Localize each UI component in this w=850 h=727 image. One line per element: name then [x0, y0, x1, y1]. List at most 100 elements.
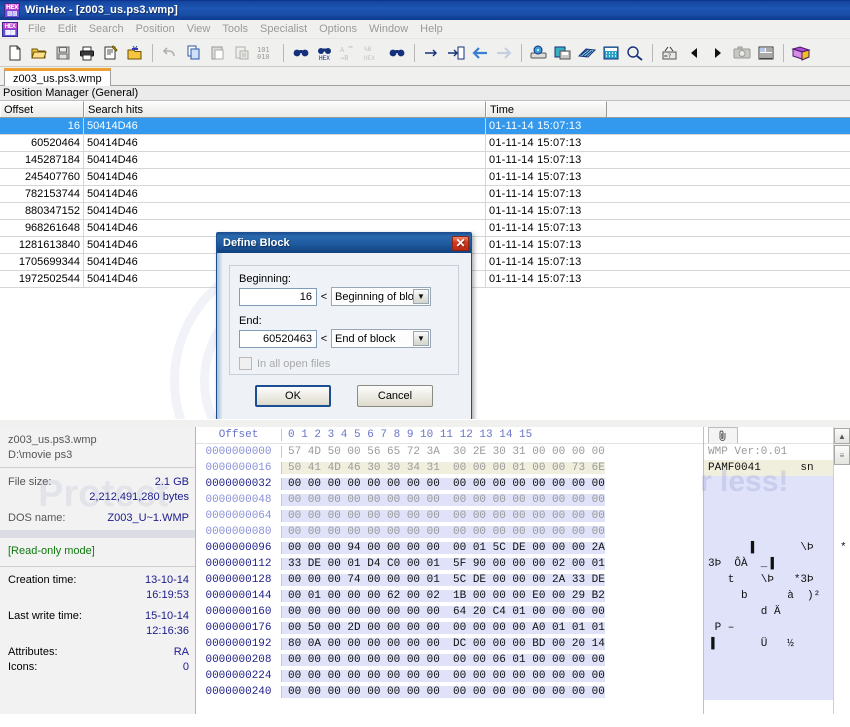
- replace-hex-icon[interactable]: %B HEX: [361, 41, 385, 65]
- table-row[interactable]: 145287184 50414D46 01-11-14 15:07:13: [0, 152, 850, 169]
- find-hex-icon[interactable]: HEX: [313, 41, 337, 65]
- menu-tools[interactable]: Tools: [216, 21, 254, 37]
- new-file-icon[interactable]: [3, 41, 27, 65]
- hex-row[interactable]: 0000000112 33 DE 00 01 D4 C0 00 01 5F 90…: [196, 556, 703, 572]
- hex-dump-pane[interactable]: Offset 0 1 2 3 4 5 6 7 8 9 10 11 12 13 1…: [196, 427, 703, 714]
- table-row[interactable]: 60520464 50414D46 01-11-14 15:07:13: [0, 135, 850, 152]
- table-row[interactable]: 16 50414D46 01-11-14 15:07:13: [0, 118, 850, 135]
- print-icon[interactable]: [75, 41, 99, 65]
- clipboard-data-icon[interactable]: [230, 41, 254, 65]
- table-row[interactable]: 245407760 50414D46 01-11-14 15:07:13: [0, 169, 850, 186]
- hex-row[interactable]: 0000000016 50 41 4D 46 30 30 34 31 00 00…: [196, 460, 703, 476]
- menu-view[interactable]: View: [181, 21, 217, 37]
- attributes-value: RA: [173, 646, 189, 658]
- analyze-icon[interactable]: [623, 41, 647, 65]
- replace-text-icon[interactable]: A →B: [337, 41, 361, 65]
- properties-icon[interactable]: [99, 41, 123, 65]
- file-name: z003_us.ps3.wmp: [8, 434, 97, 446]
- document-tabstrip: z003_us.ps3.wmp: [0, 67, 850, 86]
- column-header-time[interactable]: Time: [486, 101, 607, 117]
- report-icon[interactable]: [754, 41, 778, 65]
- menu-edit[interactable]: Edit: [52, 21, 83, 37]
- cancel-button[interactable]: Cancel: [357, 385, 433, 407]
- hex-row[interactable]: 0000000240 00 00 00 00 00 00 00 00 00 00…: [196, 684, 703, 700]
- cell-time: 01-11-14 15:07:13: [489, 205, 582, 217]
- pane-splitter[interactable]: [0, 419, 850, 427]
- tab-z003-us-ps3-wmp[interactable]: z003_us.ps3.wmp: [4, 68, 111, 86]
- paste-icon[interactable]: [206, 41, 230, 65]
- file-size-block: File size: 2.1 GB 2,212,491,280 bytes DO…: [0, 468, 195, 530]
- next-icon[interactable]: [706, 41, 730, 65]
- paperclip-icon[interactable]: [708, 427, 738, 443]
- table-row[interactable]: 880347152 50414D46 01-11-14 15:07:13: [0, 203, 850, 220]
- menu-help[interactable]: Help: [414, 21, 449, 37]
- ram-editor-icon[interactable]: [575, 41, 599, 65]
- hex-row[interactable]: 0000000032 00 00 00 00 00 00 00 00 00 00…: [196, 476, 703, 492]
- scrollbar-track[interactable]: [834, 465, 850, 714]
- undo-icon[interactable]: [158, 41, 182, 65]
- save-disk-icon[interactable]: [51, 41, 75, 65]
- close-icon[interactable]: ✕: [452, 235, 469, 251]
- scroll-up-button[interactable]: ▲: [834, 428, 850, 444]
- hex-vertical-scrollbar[interactable]: ▲ ≡: [833, 427, 850, 714]
- ascii-pane[interactable]: r less! WMP Ver:0.01 PAMF0041 sn ▐ \Þ * …: [700, 427, 847, 714]
- beginning-mode-select[interactable]: Beginning of bloc ▼: [331, 287, 431, 306]
- menu-options[interactable]: Options: [313, 21, 363, 37]
- in-all-open-files-checkbox[interactable]: [239, 357, 252, 370]
- find-all-icon[interactable]: [385, 41, 409, 65]
- back-arrow-icon[interactable]: [468, 41, 492, 65]
- end-relation: <: [320, 332, 328, 345]
- hex-row[interactable]: 0000000176 00 50 00 2D 00 00 00 00 00 00…: [196, 620, 703, 636]
- calculator-icon[interactable]: [599, 41, 623, 65]
- hex-row[interactable]: 0000000048 00 00 00 00 00 00 00 00 00 00…: [196, 492, 703, 508]
- goto-file-icon[interactable]: [444, 41, 468, 65]
- binary-101-icon[interactable]: 101 010: [254, 41, 278, 65]
- menu-window[interactable]: Window: [363, 21, 414, 37]
- read-only-mode: [Read-only mode]: [8, 545, 95, 557]
- prev-icon[interactable]: [682, 41, 706, 65]
- menu-specialist[interactable]: Specialist: [254, 21, 313, 37]
- menu-file[interactable]: File: [22, 21, 52, 37]
- goto-icon[interactable]: [420, 41, 444, 65]
- open-disk-edit-icon[interactable]: [527, 41, 551, 65]
- end-input[interactable]: 60520463: [239, 329, 317, 348]
- block-range-group: Beginning: 16 < Beginning of bloc ▼ End:…: [229, 265, 459, 375]
- chevron-down-icon[interactable]: ▼: [413, 331, 429, 346]
- hex-row[interactable]: 0000000224 00 00 00 00 00 00 00 00 00 00…: [196, 668, 703, 684]
- mode-block: [Read-only mode]: [0, 538, 195, 566]
- dialog-title-text: Define Block: [223, 237, 290, 249]
- copy-icon[interactable]: [182, 41, 206, 65]
- open-disk-icon[interactable]: [123, 41, 147, 65]
- menu-position[interactable]: Position: [130, 21, 181, 37]
- ascii-row: ▐ \Þ *: [704, 540, 847, 556]
- forward-arrow-icon[interactable]: [492, 41, 516, 65]
- ok-button[interactable]: OK: [255, 385, 331, 407]
- hex-row-offset: 0000000064: [196, 510, 282, 522]
- beginning-input[interactable]: 16: [239, 287, 317, 306]
- snapshot-icon[interactable]: [730, 41, 754, 65]
- hex-row[interactable]: 0000000064 00 00 00 00 00 00 00 00 00 00…: [196, 508, 703, 524]
- end-mode-select[interactable]: End of block ▼: [331, 329, 431, 348]
- hex-menu-icon: HEX ▩▩: [2, 21, 18, 37]
- menu-search[interactable]: Search: [83, 21, 130, 37]
- chevron-down-icon[interactable]: ▼: [413, 289, 429, 304]
- hex-row[interactable]: 0000000160 00 00 00 00 00 00 00 00 64 20…: [196, 604, 703, 620]
- hex-row[interactable]: 0000000096 00 00 00 94 00 00 00 00 00 01…: [196, 540, 703, 556]
- hex-row[interactable]: 0000000000 57 4D 50 00 56 65 72 3A 30 2E…: [196, 444, 703, 460]
- hex-row[interactable]: 0000000144 00 01 00 00 00 62 00 02 1B 00…: [196, 588, 703, 604]
- table-row[interactable]: 782153744 50414D46 01-11-14 15:07:13: [0, 186, 850, 203]
- hex-row[interactable]: 0000000080 00 00 00 00 00 00 00 00 00 00…: [196, 524, 703, 540]
- column-header-search-hits[interactable]: Search hits: [84, 101, 486, 117]
- hex-row[interactable]: 0000000208 00 00 00 00 00 00 00 00 00 00…: [196, 652, 703, 668]
- hex-row[interactable]: 0000000128 00 00 00 74 00 00 00 01 5C DE…: [196, 572, 703, 588]
- help-book-icon[interactable]: [789, 41, 813, 65]
- scrollbar-thumb[interactable]: ≡: [834, 445, 850, 465]
- find-text-icon[interactable]: [289, 41, 313, 65]
- column-header-offset[interactable]: Offset: [0, 101, 84, 117]
- open-folder-icon[interactable]: [27, 41, 51, 65]
- checksum-icon[interactable]: =?: [658, 41, 682, 65]
- ascii-row: 3Þ ÔÀ _▐: [704, 556, 833, 572]
- hex-row[interactable]: 0000000192 80 0A 00 00 00 00 00 00 DC 00…: [196, 636, 703, 652]
- save-backup-icon[interactable]: [551, 41, 575, 65]
- attributes-label: Attributes:: [8, 646, 58, 658]
